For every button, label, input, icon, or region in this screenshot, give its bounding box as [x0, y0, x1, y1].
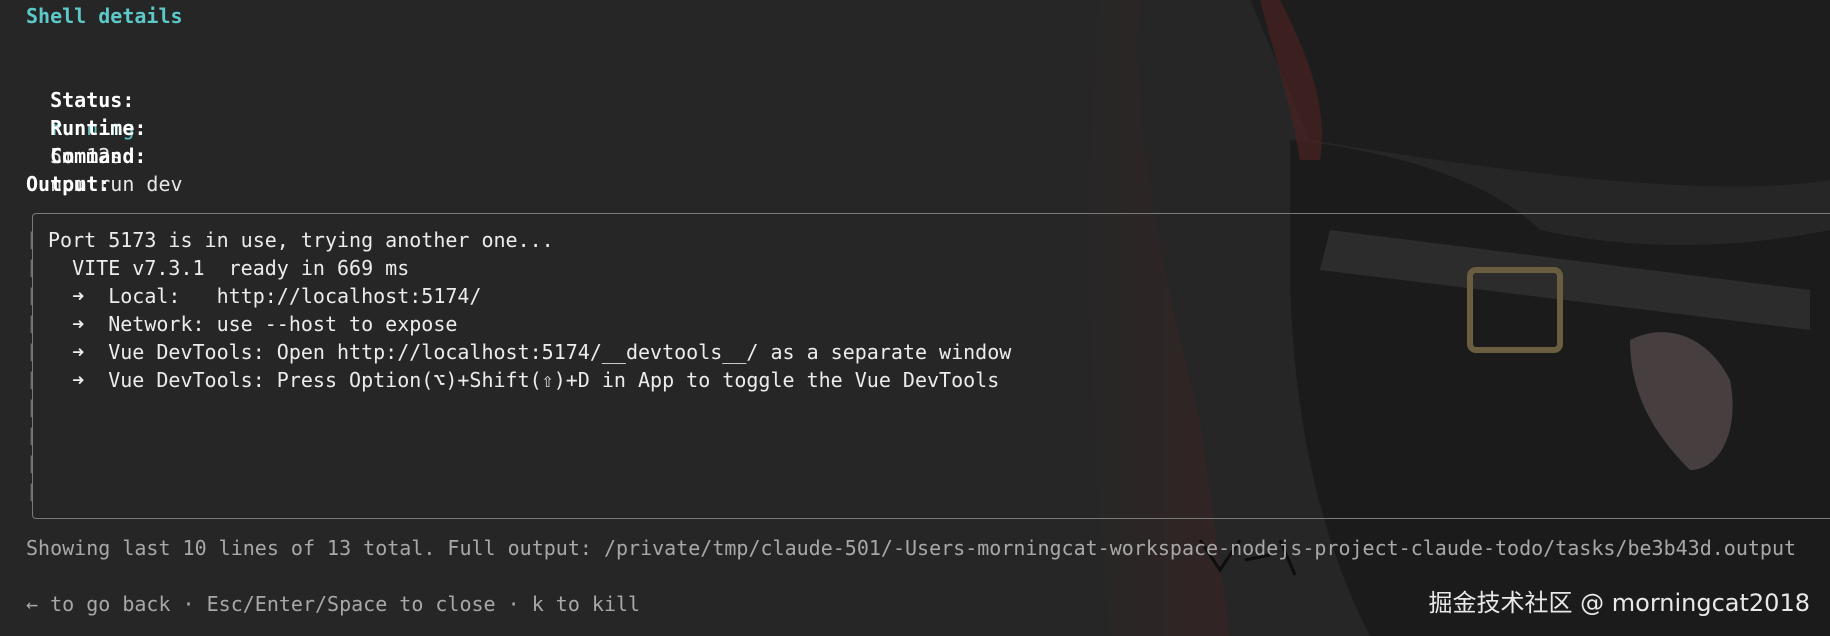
command-row: Command: npm run dev — [26, 114, 182, 196]
output-line: Port 5173 is in use, trying another one.… — [48, 228, 554, 252]
output-summary: Showing last 10 lines of 13 total. Full … — [26, 536, 1797, 560]
output-label: Output: — [26, 172, 111, 196]
output-line: ➜ Vue DevTools: Open http://localhost:51… — [48, 340, 1012, 364]
output-line: ➜ Vue DevTools: Press Option(⌥)+Shift(⇧)… — [48, 368, 1000, 392]
watermark: 掘金技术社区 @ morningcat2018 — [1428, 589, 1810, 617]
output-gutter: | | | | | | | | | | — [26, 229, 37, 502]
runtime-row: Runtime: 5m 12s — [26, 86, 146, 168]
output-line: ➜ Network: use --host to expose — [48, 312, 458, 336]
status-row: Status: running — [26, 58, 134, 140]
output-line: VITE v7.3.1 ready in 669 ms — [48, 256, 410, 280]
output-line: ➜ Local: http://localhost:5174/ — [48, 284, 482, 308]
page-title: Shell details — [26, 4, 183, 28]
command-label: Command: — [50, 144, 147, 168]
keyboard-shortcuts-hint: ← to go back · Esc/Enter/Space to close … — [26, 592, 641, 616]
